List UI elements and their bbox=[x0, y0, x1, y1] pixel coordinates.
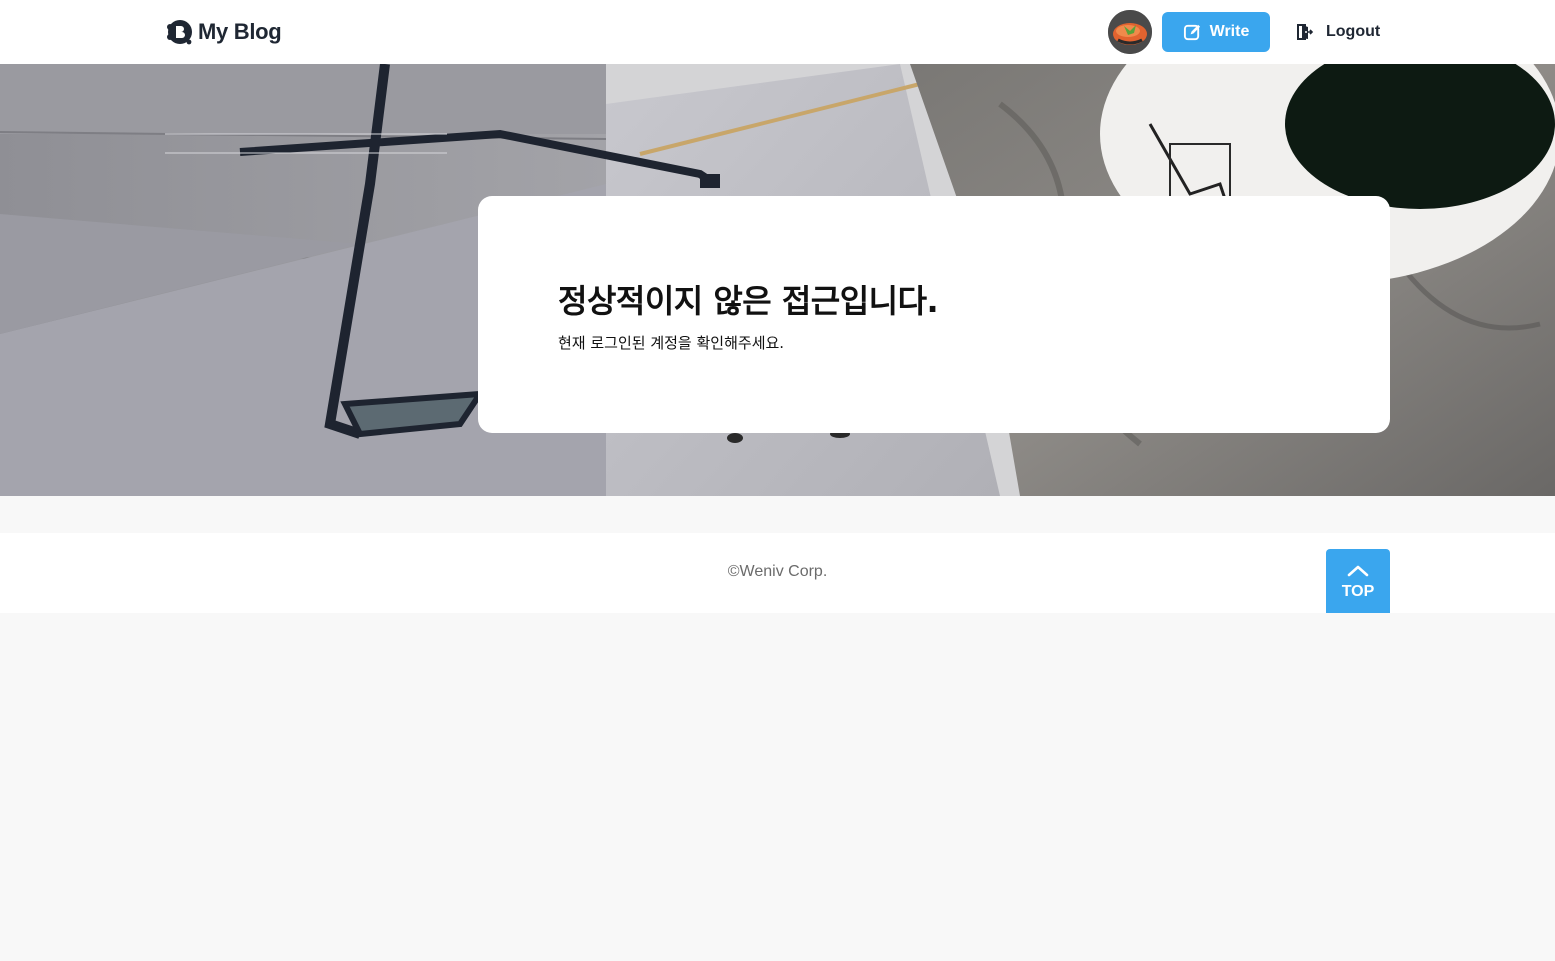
logo-text: My Blog bbox=[198, 19, 282, 44]
site-footer: ©Weniv Corp. bbox=[0, 533, 1555, 613]
write-button-label: Write bbox=[1209, 23, 1250, 40]
logout-door-icon bbox=[1297, 24, 1314, 40]
notice-card: 정상적이지 않은 접근입니다. 현재 로그인된 계정을 확인해주세요. bbox=[478, 196, 1390, 433]
logout-button-label: Logout bbox=[1326, 23, 1381, 40]
logout-button[interactable]: Logout bbox=[1290, 12, 1390, 52]
notice-message: 현재 로그인된 계정을 확인해주세요. bbox=[558, 334, 785, 352]
pencil-square-icon bbox=[1183, 24, 1200, 40]
user-avatar[interactable] bbox=[1108, 10, 1152, 54]
copyright-text: ©Weniv Corp. bbox=[727, 563, 828, 580]
chevron-up-icon bbox=[1347, 565, 1369, 577]
scroll-top-button[interactable]: TOP bbox=[1326, 549, 1390, 613]
write-button[interactable]: Write bbox=[1162, 12, 1270, 52]
scroll-top-label: TOP bbox=[1341, 583, 1375, 600]
site-header: My Blog Write Logout bbox=[0, 0, 1555, 64]
blog-logo-icon bbox=[167, 20, 192, 45]
notice-title: 정상적이지 않은 접근입니다. bbox=[558, 282, 939, 320]
avatar-image bbox=[1108, 10, 1152, 54]
logo-link[interactable]: My Blog bbox=[165, 17, 282, 47]
